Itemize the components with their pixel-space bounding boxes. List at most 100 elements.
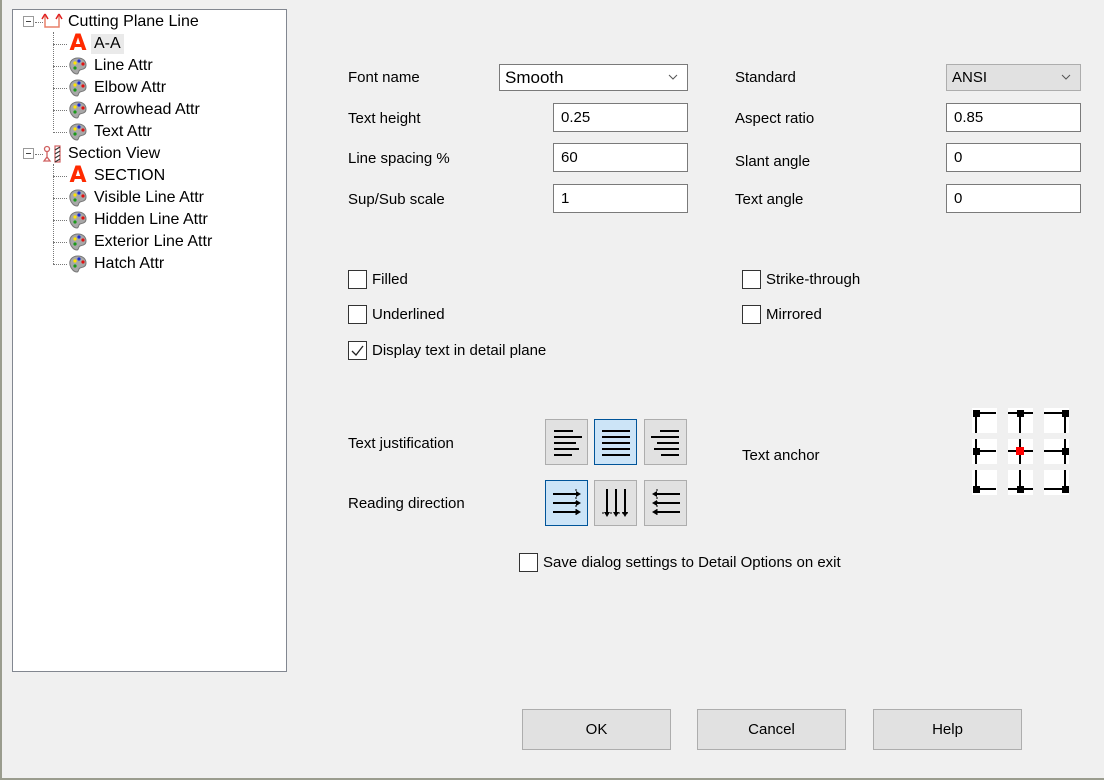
justify-right-button[interactable] [644, 419, 687, 465]
underlined-checkbox[interactable]: Underlined [348, 305, 445, 324]
checkbox-box[interactable] [348, 341, 367, 360]
slant-angle-label: Slant angle [735, 153, 811, 170]
ok-button[interactable]: OK [522, 709, 671, 750]
justify-left-button[interactable] [545, 419, 588, 465]
tree-node-label: Cutting Plane Line [68, 13, 199, 30]
standard-dropdown[interactable]: ANSI [946, 64, 1081, 91]
checkmark-icon [351, 345, 364, 356]
cancel-button[interactable]: Cancel [697, 709, 846, 750]
tree-node-elbow-attr[interactable]: Elbow Attr [67, 77, 169, 99]
checkbox-box[interactable] [742, 305, 761, 324]
tree-node-label: Arrowhead Attr [94, 101, 200, 118]
checkbox-box[interactable] [742, 270, 761, 289]
arrows-down-icon [601, 489, 630, 517]
display-text-checkbox[interactable]: Display text in detail plane [348, 341, 546, 360]
align-left-icon [553, 430, 582, 456]
tree-node-label: Line Attr [94, 57, 153, 74]
help-button[interactable]: Help [873, 709, 1022, 750]
mirrored-checkbox[interactable]: Mirrored [742, 305, 822, 324]
checkbox-box[interactable] [348, 270, 367, 289]
filled-label: Filled [372, 271, 408, 288]
tree-connector [53, 198, 67, 199]
tree-node-label: SECTION [94, 167, 166, 184]
settings-tree[interactable]: Cutting Plane Line A A-A Line Attr Elbow… [12, 9, 287, 672]
tree-node-section-view[interactable]: Section View [41, 143, 163, 165]
aspect-ratio-label: Aspect ratio [735, 110, 815, 127]
checkbox-box[interactable] [519, 553, 538, 572]
text-anchor-label: Text anchor [742, 447, 820, 464]
tree-node-label: Exterior Line Attr [94, 233, 213, 250]
window-frame-left [0, 0, 2, 780]
save-settings-label: Save dialog settings to Detail Options o… [543, 554, 841, 571]
tree-node-label: Section View [68, 145, 161, 162]
display-text-label: Display text in detail plane [372, 342, 547, 359]
slant-angle-input[interactable]: 0 [946, 143, 1081, 172]
tree-connector [53, 164, 54, 264]
filled-checkbox[interactable]: Filled [348, 270, 408, 289]
save-settings-checkbox[interactable]: Save dialog settings to Detail Options o… [519, 553, 841, 572]
collapse-toggle-section-view[interactable] [23, 148, 34, 159]
tree-connector [53, 32, 54, 130]
tree-node-exterior-line-attr[interactable]: Exterior Line Attr [67, 231, 215, 253]
read-right-to-left-button[interactable] [644, 480, 687, 526]
tree-node-label: Elbow Attr [94, 79, 167, 96]
text-height-label: Text height [348, 110, 421, 127]
chevron-down-icon [1061, 74, 1071, 80]
tree-node-hidden-line-attr[interactable]: Hidden Line Attr [67, 209, 211, 231]
mirrored-label: Mirrored [766, 306, 822, 323]
tree-connector [53, 132, 67, 133]
read-top-to-bottom-button[interactable] [594, 480, 637, 526]
tree-node-label: Visible Line Attr [94, 189, 204, 206]
text-angle-input[interactable]: 0 [946, 184, 1081, 213]
tree-node-label: Hidden Line Attr [94, 211, 208, 228]
palette-icon [67, 231, 89, 253]
sup-sub-scale-input[interactable]: 1 [553, 184, 688, 213]
text-justification-label: Text justification [348, 435, 454, 452]
line-spacing-input[interactable]: 60 [553, 143, 688, 172]
justify-full-button[interactable] [594, 419, 637, 465]
reading-direction-label: Reading direction [348, 495, 465, 512]
palette-icon [67, 253, 89, 275]
section-view-icon [41, 143, 63, 165]
tree-node-label: Hatch Attr [94, 255, 165, 272]
tree-connector [53, 176, 67, 177]
arrows-right-icon [552, 489, 581, 517]
text-height-input[interactable]: 0.25 [553, 103, 688, 132]
tree-node-visible-line-attr[interactable]: Visible Line Attr [67, 187, 207, 209]
tree-node-label: Text Attr [94, 123, 152, 140]
line-spacing-label: Line spacing % [348, 150, 450, 167]
sup-sub-scale-label: Sup/Sub scale [348, 191, 445, 208]
tree-node-cutting-plane-line[interactable]: Cutting Plane Line [41, 11, 202, 33]
tree-connector [53, 44, 67, 45]
font-name-label: Font name [348, 69, 420, 86]
checkbox-box[interactable] [348, 305, 367, 324]
palette-icon [67, 187, 89, 209]
tree-node-label: A-A [91, 34, 124, 54]
font-name-dropdown[interactable]: Smooth [499, 64, 688, 91]
tree-node-line-attr[interactable]: Line Attr [67, 55, 156, 77]
read-left-to-right-button[interactable] [545, 480, 588, 526]
font-name-value: Smooth [505, 67, 564, 87]
palette-icon [67, 99, 89, 121]
tree-node-section[interactable]: A SECTION [67, 165, 168, 187]
tree-node-hatch-attr[interactable]: Hatch Attr [67, 253, 167, 275]
palette-icon [67, 77, 89, 99]
text-anchor-grid[interactable] [968, 408, 1072, 496]
text-A-icon: A [69, 31, 87, 56]
tree-node-arrowhead-attr[interactable]: Arrowhead Attr [67, 99, 203, 121]
chevron-down-icon [668, 74, 678, 80]
text-angle-label: Text angle [735, 191, 804, 208]
tree-connector [53, 264, 67, 265]
tree-connector [53, 242, 67, 243]
collapse-toggle-cutting-plane[interactable] [23, 16, 34, 27]
aspect-ratio-input[interactable]: 0.85 [946, 103, 1081, 132]
tree-node-a-a[interactable]: A A-A [67, 33, 124, 55]
tree-connector [53, 110, 67, 111]
strike-through-checkbox[interactable]: Strike-through [742, 270, 860, 289]
anchor-selected-marker [1016, 447, 1024, 455]
tree-node-text-attr[interactable]: Text Attr [67, 121, 155, 143]
cutting-plane-icon [41, 11, 63, 33]
standard-label: Standard [735, 69, 796, 86]
underlined-label: Underlined [372, 306, 445, 323]
palette-icon [67, 209, 89, 231]
